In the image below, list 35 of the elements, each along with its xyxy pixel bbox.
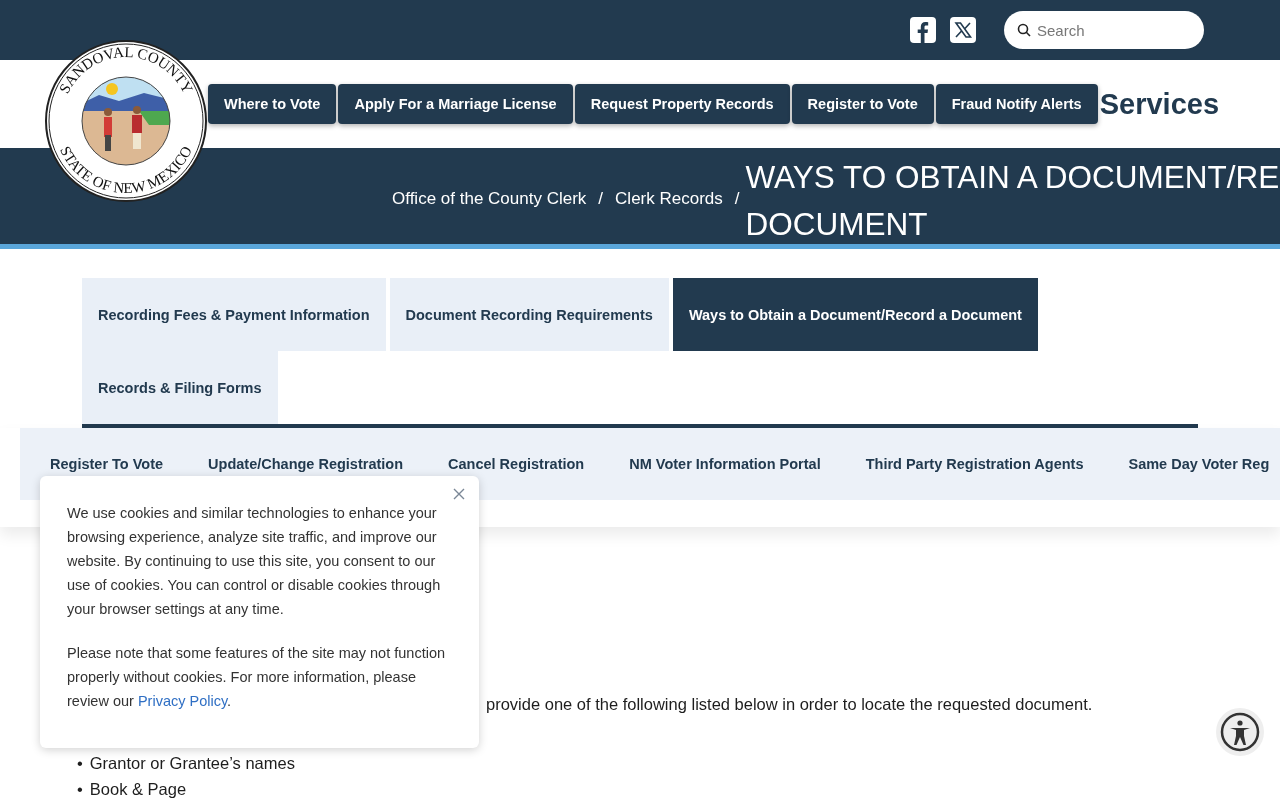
tab[interactable]: Recording Fees & Payment Information	[82, 278, 386, 351]
breadcrumb-separator: /	[598, 189, 604, 209]
section-heading: Services	[1099, 87, 1219, 121]
breadcrumb-link[interactable]: Office of the County Clerk	[392, 189, 587, 209]
list-item: Book & Page	[89, 779, 187, 800]
subnav-link[interactable]: Update/Change Registration	[208, 456, 404, 472]
page-title: WAYS TO OBTAIN A DOCUMENT/RE DOCUMENT	[745, 158, 1280, 244]
subnav-link[interactable]: Register To Vote	[50, 456, 164, 472]
search-field[interactable]: Search	[1004, 11, 1204, 49]
tab[interactable]: Ways to Obtain a Document/Record a Document	[672, 278, 1038, 351]
cookie-text: Please note that some features of the site may not function properly without cookies. For more information, please review our Privacy Policy.	[67, 644, 447, 711]
quick-link-button[interactable]: Fraud Notify Alerts	[935, 84, 1098, 124]
quick-link-button[interactable]: Register to Vote	[791, 84, 934, 124]
tab[interactable]: Document Recording Requirements	[389, 278, 669, 351]
facebook-icon[interactable]	[910, 17, 936, 43]
subnav-link[interactable]: NM Voter Information Portal	[629, 456, 821, 472]
cookie-text: We use cookies and similar technologies to enhance your browsing experience, analyze site traffic, and improve our website. By continuing to use this site, you consent to our use of cookies. You can control or disable cookies through your browser settings at any time.	[67, 504, 442, 619]
search-icon	[1017, 23, 1031, 37]
subnav-link[interactable]: Cancel Registration	[448, 456, 585, 472]
quick-link-button[interactable]: Request Property Records	[574, 84, 790, 124]
quick-link-button[interactable]: Where to Vote	[208, 84, 337, 124]
accessibility-button[interactable]	[1216, 708, 1264, 756]
x-icon[interactable]	[950, 17, 976, 43]
bullet: •	[77, 779, 83, 800]
accessibility-icon	[1220, 712, 1260, 752]
subnav-link[interactable]: Same Day Voter Reg	[1128, 456, 1270, 472]
list-item: Grantor or Grantee’s names	[89, 753, 295, 774]
subnav-link[interactable]: Third Party Registration Agents	[865, 456, 1084, 472]
quick-link-button[interactable]: Apply For a Marriage License	[338, 84, 573, 124]
breadcrumb-separator: /	[734, 189, 740, 209]
bullet: •	[77, 753, 83, 774]
tab[interactable]: Records & Filing Forms	[82, 351, 278, 424]
breadcrumb-link[interactable]: Clerk Records	[615, 189, 723, 209]
body-text: provide one of the following listed below in order to locate the requested document.	[486, 695, 1094, 714]
close-icon[interactable]	[451, 486, 467, 502]
